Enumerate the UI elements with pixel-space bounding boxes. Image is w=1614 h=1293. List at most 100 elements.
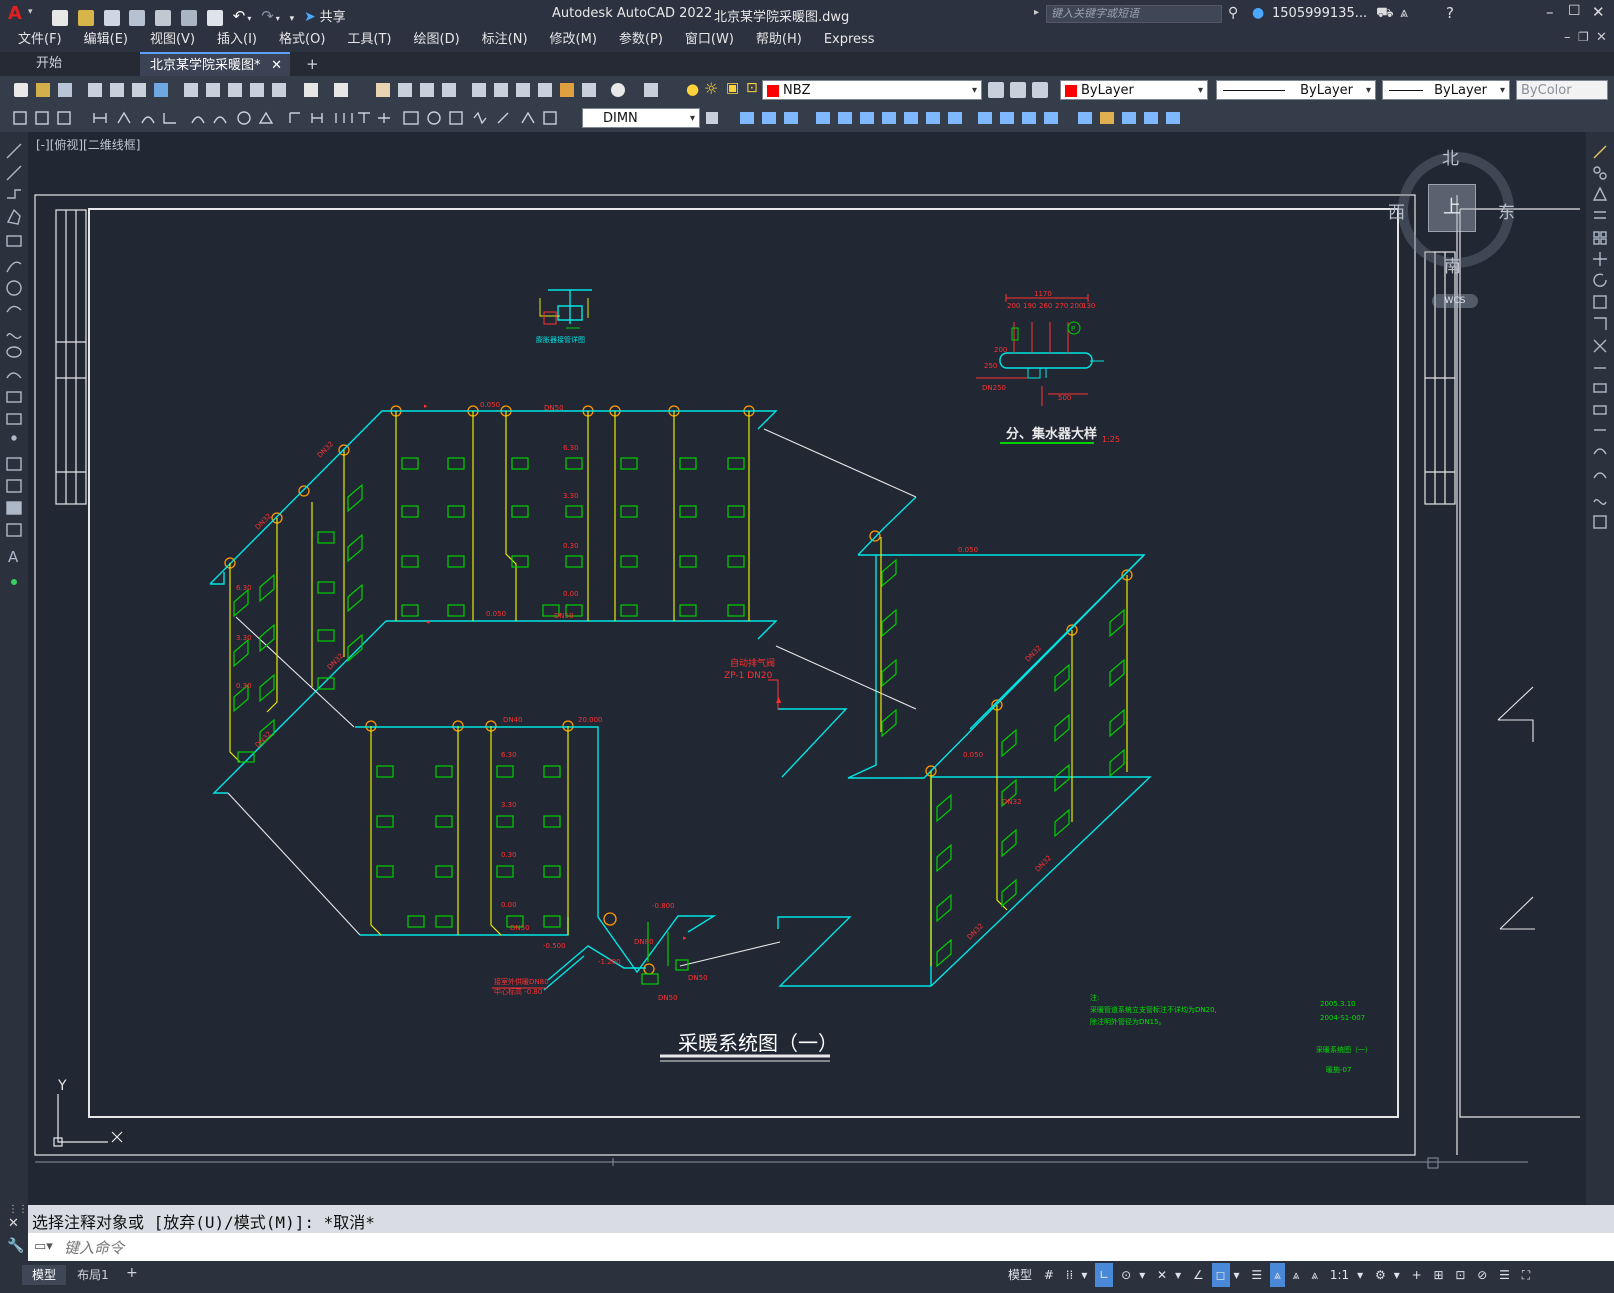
- wrench-icon[interactable]: 🔧: [7, 1238, 24, 1254]
- viewcube-east[interactable]: 东: [1498, 198, 1515, 223]
- menu-dimension[interactable]: 标注(N): [471, 28, 539, 52]
- layer-previous-icon[interactable]: [1010, 82, 1026, 98]
- layer-unlock-icon[interactable]: ⊡: [746, 80, 758, 96]
- snap-chevron-icon[interactable]: ▾: [1077, 1263, 1091, 1287]
- new-file-icon[interactable]: [52, 9, 68, 26]
- menu-tools[interactable]: 工具(T): [336, 28, 402, 52]
- user-icon[interactable]: ●: [1252, 5, 1264, 21]
- workspace-gear-icon[interactable]: ⚙: [1371, 1263, 1390, 1287]
- tab-layout1[interactable]: 布局1: [70, 1265, 116, 1285]
- doc-minimize-icon[interactable]: –: [1564, 30, 1571, 45]
- viewcube-south[interactable]: 南: [1444, 252, 1461, 277]
- dimstyle-combo[interactable]: DIMN ▾: [582, 108, 700, 128]
- help-icon[interactable]: ?: [1446, 4, 1454, 22]
- modify-side-toolbar-icons[interactable]: [1590, 140, 1610, 640]
- menu-express[interactable]: Express: [813, 28, 886, 52]
- snap-icon[interactable]: ⁞⁞: [1062, 1263, 1078, 1287]
- layer-thaw-icon[interactable]: ☼: [704, 79, 718, 98]
- menu-file[interactable]: 文件(F): [7, 28, 73, 52]
- make-current-layer-icon[interactable]: [988, 82, 1004, 98]
- color-combo[interactable]: ByLayer ▾: [1060, 80, 1208, 100]
- standard-toolbar-icons[interactable]: [8, 81, 678, 99]
- plot-icon[interactable]: [206, 9, 223, 26]
- save-icon[interactable]: [103, 9, 120, 26]
- tab-active-drawing[interactable]: 北京某学院采暖图* ✕: [140, 52, 290, 76]
- app-menu-chevron-icon[interactable]: ▾: [28, 7, 33, 17]
- customize-qat-icon[interactable]: ▾: [290, 14, 295, 24]
- isodraft-chevron-icon[interactable]: ▾: [1171, 1263, 1185, 1287]
- tab-close-icon[interactable]: ✕: [271, 54, 282, 78]
- workspace-chevron-icon[interactable]: ▾: [1390, 1263, 1404, 1287]
- minimize-icon[interactable]: –: [1546, 3, 1554, 21]
- osnap-icon[interactable]: ◻: [1211, 1263, 1230, 1287]
- open-folder-icon[interactable]: [77, 9, 94, 26]
- layer-states-icon[interactable]: [1032, 82, 1048, 98]
- search-icon[interactable]: ⚲: [1228, 5, 1238, 21]
- tab-model[interactable]: 模型: [22, 1265, 66, 1285]
- linetype-combo[interactable]: ByLayer ▾: [1216, 80, 1376, 100]
- command-grip-icon[interactable]: ⋮⋮: [8, 1205, 28, 1215]
- menu-format[interactable]: 格式(O): [268, 28, 336, 52]
- maximize-icon[interactable]: ☐: [1568, 3, 1581, 19]
- search-expand-icon[interactable]: ▸: [1034, 7, 1039, 18]
- viewcube-top-face[interactable]: 上: [1428, 184, 1476, 232]
- save-as-icon[interactable]: [129, 9, 146, 26]
- save-web-icon[interactable]: [181, 9, 198, 26]
- polar-icon[interactable]: ⊙: [1117, 1263, 1135, 1287]
- wcs-menu[interactable]: WCS: [1432, 294, 1478, 308]
- viewcube-north[interactable]: 北: [1442, 144, 1459, 169]
- close-window-icon[interactable]: ✕: [1592, 3, 1605, 21]
- model-space-canvas[interactable]: [-][俯视][二维线框] 0.050 DN50 6.30 3.30 0.30 …: [28, 132, 1586, 1205]
- otrack-icon[interactable]: ∠: [1189, 1263, 1208, 1287]
- annotation-visibility-icon[interactable]: ⩓: [1269, 1263, 1285, 1287]
- cart-icon[interactable]: ⛟: [1376, 5, 1394, 23]
- user-account[interactable]: 1505999135...: [1272, 6, 1367, 21]
- autocad-logo-icon[interactable]: A: [8, 3, 22, 24]
- dimension-toolbar-icons[interactable]: [8, 109, 583, 127]
- share-icon[interactable]: ➤: [304, 9, 316, 25]
- model-space-toggle[interactable]: 模型: [1004, 1263, 1036, 1287]
- undo-chevron-icon[interactable]: ▾: [247, 14, 251, 23]
- layer-combo[interactable]: NBZ ▾: [762, 80, 982, 100]
- doc-restore-icon[interactable]: ❐: [1578, 30, 1589, 44]
- quick-properties-icon[interactable]: ⊡: [1451, 1263, 1469, 1287]
- menu-draw[interactable]: 绘图(D): [403, 28, 471, 52]
- tab-start[interactable]: 开始: [26, 52, 138, 76]
- menu-modify[interactable]: 修改(M): [539, 28, 608, 52]
- add-layout-button[interactable]: +: [126, 1265, 138, 1281]
- auto-scale-icon[interactable]: ⩓: [1289, 1263, 1304, 1287]
- undo-icon[interactable]: ↶: [233, 7, 246, 25]
- annotation-scale[interactable]: 1:1: [1326, 1263, 1353, 1287]
- open-web-icon[interactable]: [155, 9, 172, 26]
- annotation-monitor-icon[interactable]: +: [1408, 1263, 1426, 1287]
- menu-view[interactable]: 视图(V): [139, 28, 206, 52]
- command-close-icon[interactable]: ✕: [8, 1216, 19, 1231]
- lineweight-icon[interactable]: ☰: [1247, 1263, 1266, 1287]
- polar-chevron-icon[interactable]: ▾: [1135, 1263, 1149, 1287]
- new-tab-button[interactable]: +: [296, 52, 324, 76]
- customize-icon[interactable]: ☰: [1495, 1263, 1514, 1287]
- fullscreen-icon[interactable]: ⛶: [1518, 1263, 1534, 1287]
- autodesk-a360-icon[interactable]: ⩓: [1400, 5, 1408, 21]
- redo-icon[interactable]: ↷: [261, 7, 274, 25]
- modify-toolbar-icons[interactable]: [704, 109, 1214, 127]
- command-prompt-icon[interactable]: ▭▾: [34, 1239, 53, 1254]
- draw-toolbar-icons[interactable]: A: [4, 142, 24, 612]
- layer-on-icon[interactable]: ●: [686, 80, 699, 98]
- menu-edit[interactable]: 编辑(E): [73, 28, 139, 52]
- annotation-scale-icon[interactable]: ⩓: [1307, 1263, 1322, 1287]
- doc-close-icon[interactable]: ✕: [1596, 30, 1607, 45]
- osnap-chevron-icon[interactable]: ▾: [1230, 1263, 1244, 1287]
- menu-insert[interactable]: 插入(I): [206, 28, 268, 52]
- grid-icon[interactable]: #: [1040, 1263, 1058, 1287]
- ortho-icon[interactable]: ∟: [1095, 1263, 1114, 1287]
- units-icon[interactable]: ⊞: [1430, 1263, 1448, 1287]
- redo-chevron-icon[interactable]: ▾: [276, 14, 280, 23]
- isolate-icon[interactable]: ⊘: [1473, 1263, 1491, 1287]
- lineweight-combo[interactable]: ByLayer ▾: [1382, 80, 1510, 100]
- menu-window[interactable]: 窗口(W): [674, 28, 745, 52]
- plotstyle-combo[interactable]: ByColor: [1516, 80, 1608, 100]
- layer-viewport-icon[interactable]: ▣: [726, 80, 739, 96]
- command-input[interactable]: [62, 1236, 1606, 1260]
- viewcube-west[interactable]: 西: [1388, 198, 1405, 223]
